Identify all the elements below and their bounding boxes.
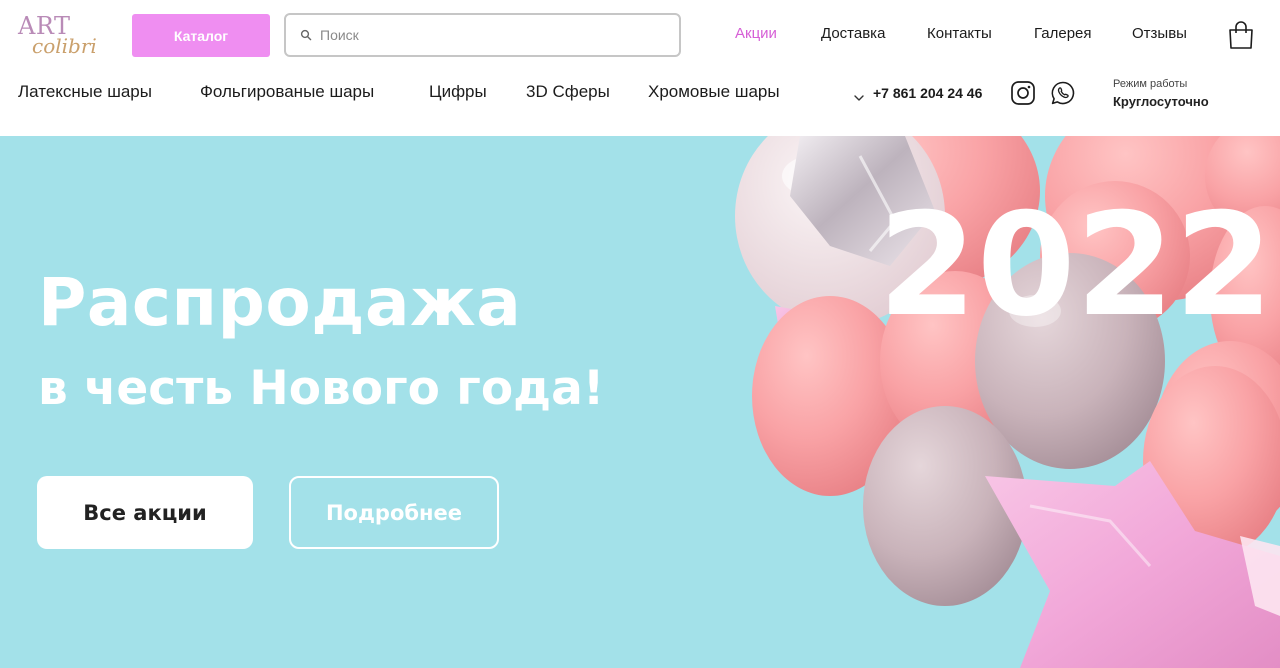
- work-hours-value: Круглосуточно: [1113, 94, 1209, 109]
- nav-item-promotions[interactable]: Акции: [735, 25, 777, 42]
- search-input[interactable]: [320, 27, 660, 43]
- shopping-bag-icon[interactable]: [1228, 21, 1254, 49]
- site-header: ART colibri Каталог Акции Доставка Конта…: [0, 0, 1280, 136]
- all-promotions-button[interactable]: Все акции: [37, 476, 253, 549]
- category-digits[interactable]: Цифры: [429, 82, 487, 102]
- nav-item-delivery[interactable]: Доставка: [821, 25, 885, 42]
- nav-item-contacts[interactable]: Контакты: [927, 25, 992, 42]
- hero-banner: 2022 Распродажа в честь Нового года! Все…: [0, 136, 1280, 668]
- hero-subtitle: в честь Нового года!: [38, 361, 605, 416]
- hero-title: Распродажа: [38, 264, 522, 341]
- category-chrome[interactable]: Хромовые шары: [648, 82, 780, 102]
- search-icon: [300, 29, 312, 41]
- phone-number[interactable]: +7 861 204 24 46: [873, 85, 982, 101]
- year-2022-text: 2022: [878, 183, 1273, 348]
- category-latex[interactable]: Латексные шары: [18, 82, 152, 102]
- catalog-button[interactable]: Каталог: [132, 14, 270, 57]
- logo[interactable]: ART colibri: [18, 12, 118, 60]
- nav-item-gallery[interactable]: Галерея: [1034, 25, 1092, 42]
- logo-text-colibri: colibri: [32, 34, 97, 58]
- category-3d-spheres[interactable]: 3D Сферы: [526, 82, 610, 102]
- instagram-icon[interactable]: [1010, 80, 1036, 106]
- chevron-down-icon[interactable]: [853, 88, 865, 101]
- more-details-button[interactable]: Подробнее: [289, 476, 499, 549]
- work-hours-label: Режим работы: [1113, 78, 1188, 90]
- whatsapp-icon[interactable]: [1050, 80, 1076, 106]
- category-foil[interactable]: Фольгированые шары: [200, 82, 374, 102]
- nav-item-reviews[interactable]: Отзывы: [1132, 25, 1187, 42]
- search-box[interactable]: [284, 13, 681, 57]
